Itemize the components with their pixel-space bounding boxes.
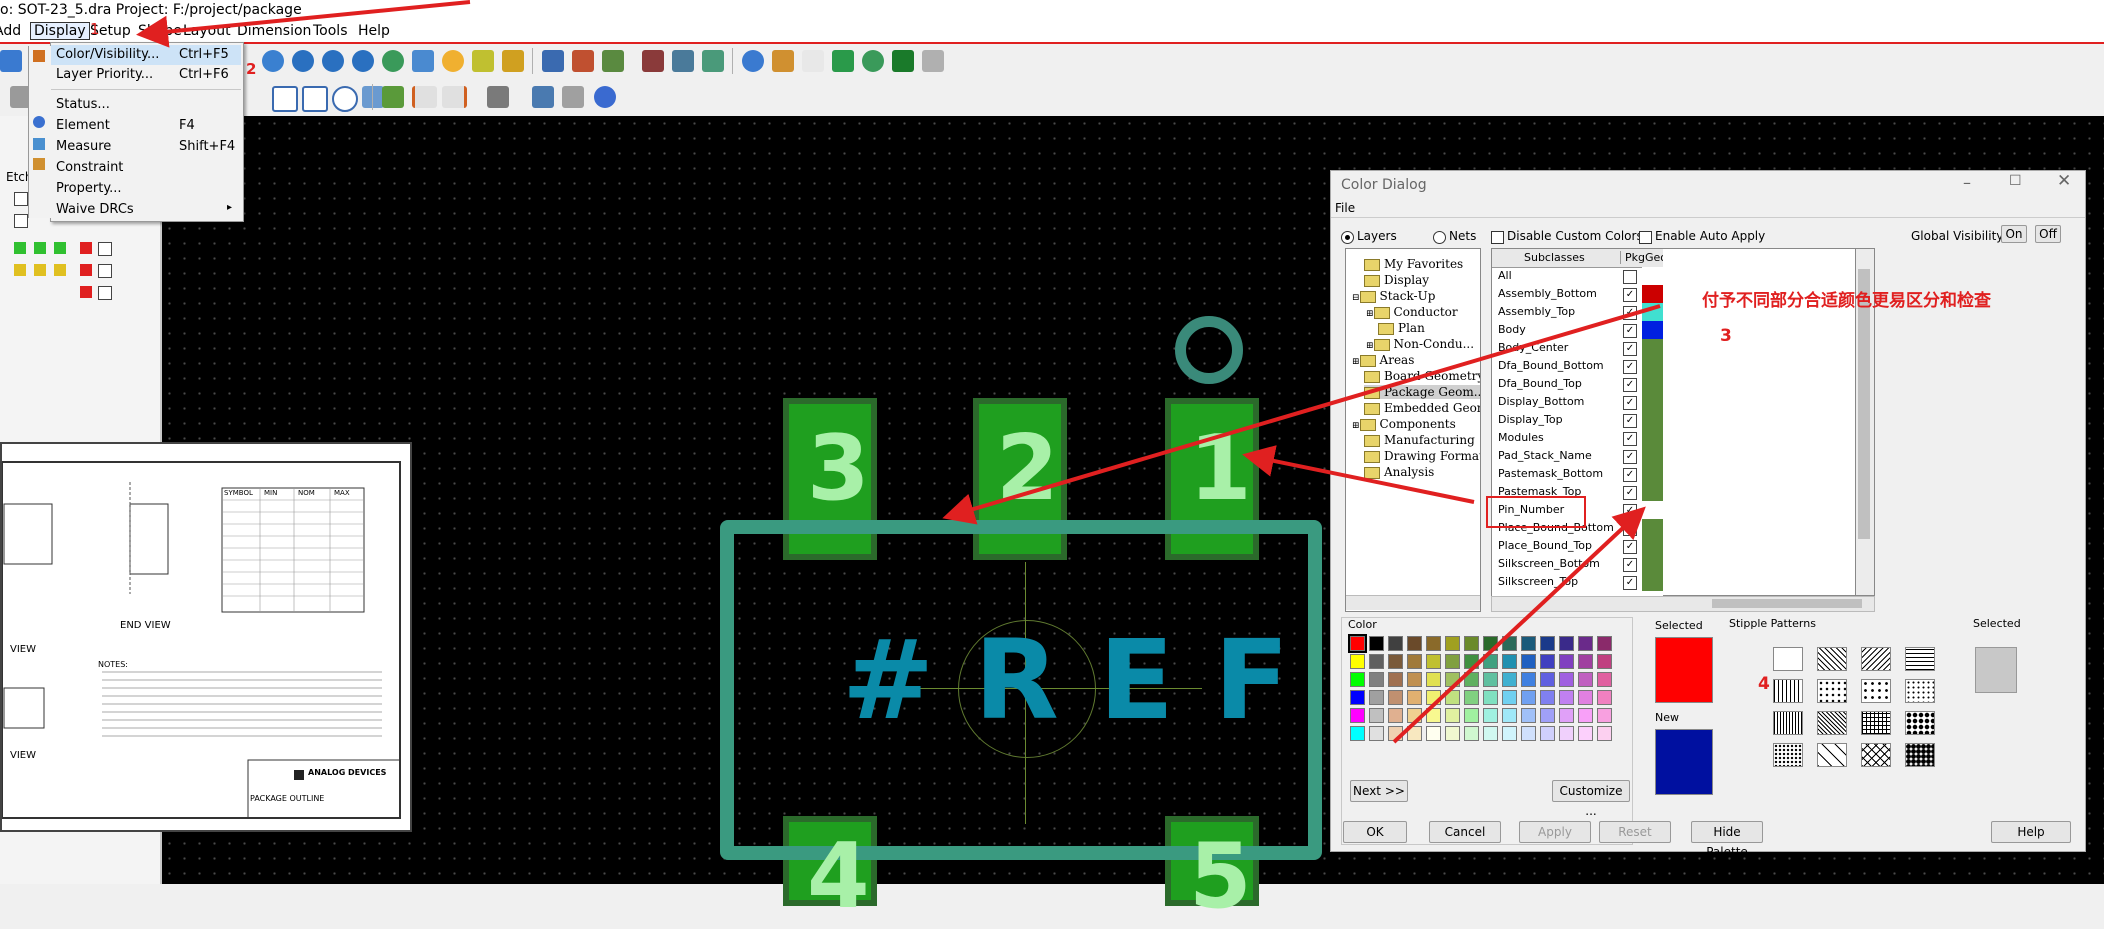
annotation-arrows — [136, 0, 1661, 744]
arrow-palette-to-swatch — [1392, 506, 1646, 744]
arrow-to-display-menu — [136, 0, 471, 48]
arrow-to-pad-1 — [1242, 445, 1475, 504]
arrow-to-body — [942, 304, 1661, 525]
